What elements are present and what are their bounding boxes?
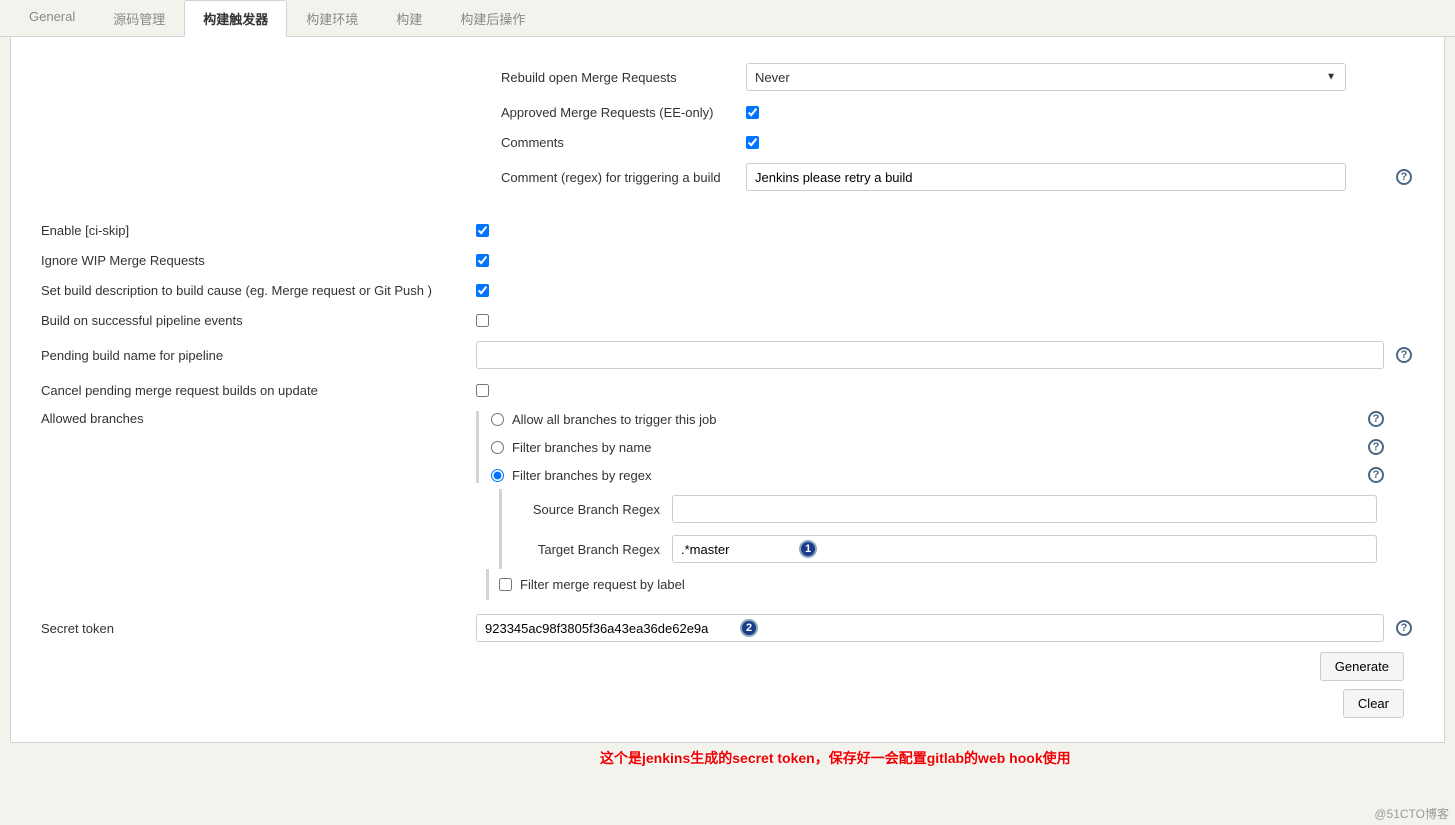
input-target-regex[interactable]	[672, 535, 1377, 563]
radio-by-regex[interactable]: Filter branches by regex	[491, 468, 1368, 483]
row-target-regex: Target Branch Regex 1	[512, 529, 1424, 569]
label-approved-mr: Approved Merge Requests (EE-only)	[501, 105, 746, 120]
help-icon[interactable]: ?	[1368, 411, 1384, 427]
label-target-regex: Target Branch Regex	[512, 542, 672, 557]
row-set-desc: Set build description to build cause (eg…	[11, 275, 1444, 305]
generate-button[interactable]: Generate	[1320, 652, 1404, 681]
radio-by-regex-text: Filter branches by regex	[512, 468, 651, 483]
tab-build[interactable]: 构建	[377, 0, 441, 37]
tab-env[interactable]: 构建环境	[287, 0, 377, 37]
label-enable-ciskip: Enable [ci-skip]	[41, 223, 476, 238]
row-cancel-pending: Cancel pending merge request builds on u…	[11, 375, 1444, 405]
branch-regex-block: Source Branch Regex Target Branch Regex …	[499, 489, 1424, 569]
row-approved-mr: Approved Merge Requests (EE-only)	[11, 97, 1444, 127]
label-set-desc: Set build description to build cause (eg…	[41, 283, 476, 298]
label-ignore-wip: Ignore WIP Merge Requests	[41, 253, 476, 268]
annotation-secret-note: 这个是jenkins生成的secret token，保存好一会配置gitlab的…	[600, 748, 1071, 768]
label-rebuild-open-mr: Rebuild open Merge Requests	[501, 70, 746, 85]
checkbox-filter-by-label[interactable]	[499, 578, 512, 591]
tab-triggers[interactable]: 构建触发器	[184, 0, 287, 37]
label-source-regex: Source Branch Regex	[512, 502, 672, 517]
config-tab-bar: General 源码管理 构建触发器 构建环境 构建 构建后操作	[0, 0, 1455, 37]
checkbox-cancel-pending[interactable]	[476, 384, 489, 397]
input-source-regex[interactable]	[672, 495, 1377, 523]
checkbox-build-pipeline[interactable]	[476, 314, 489, 327]
row-enable-ciskip: Enable [ci-skip]	[11, 215, 1444, 245]
input-comment-regex[interactable]	[746, 163, 1346, 191]
select-rebuild-open-mr-value: Never	[755, 70, 790, 85]
help-icon[interactable]: ?	[1368, 467, 1384, 483]
row-filter-by-label: Filter merge request by label	[486, 569, 1424, 600]
label-filter-by-label: Filter merge request by label	[520, 577, 685, 592]
row-build-pipeline: Build on successful pipeline events	[11, 305, 1444, 335]
input-pending-name[interactable]	[476, 341, 1384, 369]
row-secret-token: Secret token 2 ?	[11, 608, 1444, 648]
help-icon[interactable]: ?	[1368, 439, 1384, 455]
clear-button[interactable]: Clear	[1343, 689, 1404, 718]
row-pending-name: Pending build name for pipeline ?	[11, 335, 1444, 375]
label-allowed-branches: Allowed branches	[41, 411, 476, 426]
row-comment-regex: Comment (regex) for triggering a build ?	[11, 157, 1444, 197]
watermark: @51CTO博客	[1374, 805, 1449, 822]
checkbox-set-desc[interactable]	[476, 284, 489, 297]
row-ignore-wip: Ignore WIP Merge Requests	[11, 245, 1444, 275]
row-allowed-branches: Allowed branches Allow all branches to t…	[11, 405, 1444, 489]
radio-by-name-text: Filter branches by name	[512, 440, 651, 455]
radio-allow-all-text: Allow all branches to trigger this job	[512, 412, 717, 427]
callout-badge-2: 2	[740, 619, 758, 637]
help-icon[interactable]: ?	[1396, 347, 1412, 363]
label-pending-name: Pending build name for pipeline	[41, 348, 476, 363]
label-cancel-pending: Cancel pending merge request builds on u…	[41, 383, 476, 398]
label-build-pipeline: Build on successful pipeline events	[41, 313, 476, 328]
checkbox-comments[interactable]	[746, 136, 759, 149]
label-comments: Comments	[501, 135, 746, 150]
tab-scm[interactable]: 源码管理	[94, 0, 184, 37]
checkbox-approved-mr[interactable]	[746, 106, 759, 119]
row-comments: Comments	[11, 127, 1444, 157]
help-icon[interactable]: ?	[1396, 169, 1412, 185]
label-secret-token: Secret token	[41, 621, 476, 636]
tab-post[interactable]: 构建后操作	[441, 0, 544, 37]
checkbox-ignore-wip[interactable]	[476, 254, 489, 267]
row-source-regex: Source Branch Regex	[512, 489, 1424, 529]
select-rebuild-open-mr[interactable]: Never	[746, 63, 1346, 91]
radio-allow-all[interactable]: Allow all branches to trigger this job	[491, 412, 1368, 427]
input-secret-token[interactable]	[476, 614, 1384, 642]
callout-badge-1: 1	[799, 540, 817, 558]
radio-by-name[interactable]: Filter branches by name	[491, 440, 1368, 455]
tab-general[interactable]: General	[10, 0, 94, 37]
help-icon[interactable]: ?	[1396, 620, 1412, 636]
config-form: Rebuild open Merge Requests Never ▼ Appr…	[10, 37, 1445, 743]
row-rebuild-open-mr: Rebuild open Merge Requests Never ▼	[11, 57, 1444, 97]
checkbox-enable-ciskip[interactable]	[476, 224, 489, 237]
label-comment-regex: Comment (regex) for triggering a build	[501, 170, 746, 185]
